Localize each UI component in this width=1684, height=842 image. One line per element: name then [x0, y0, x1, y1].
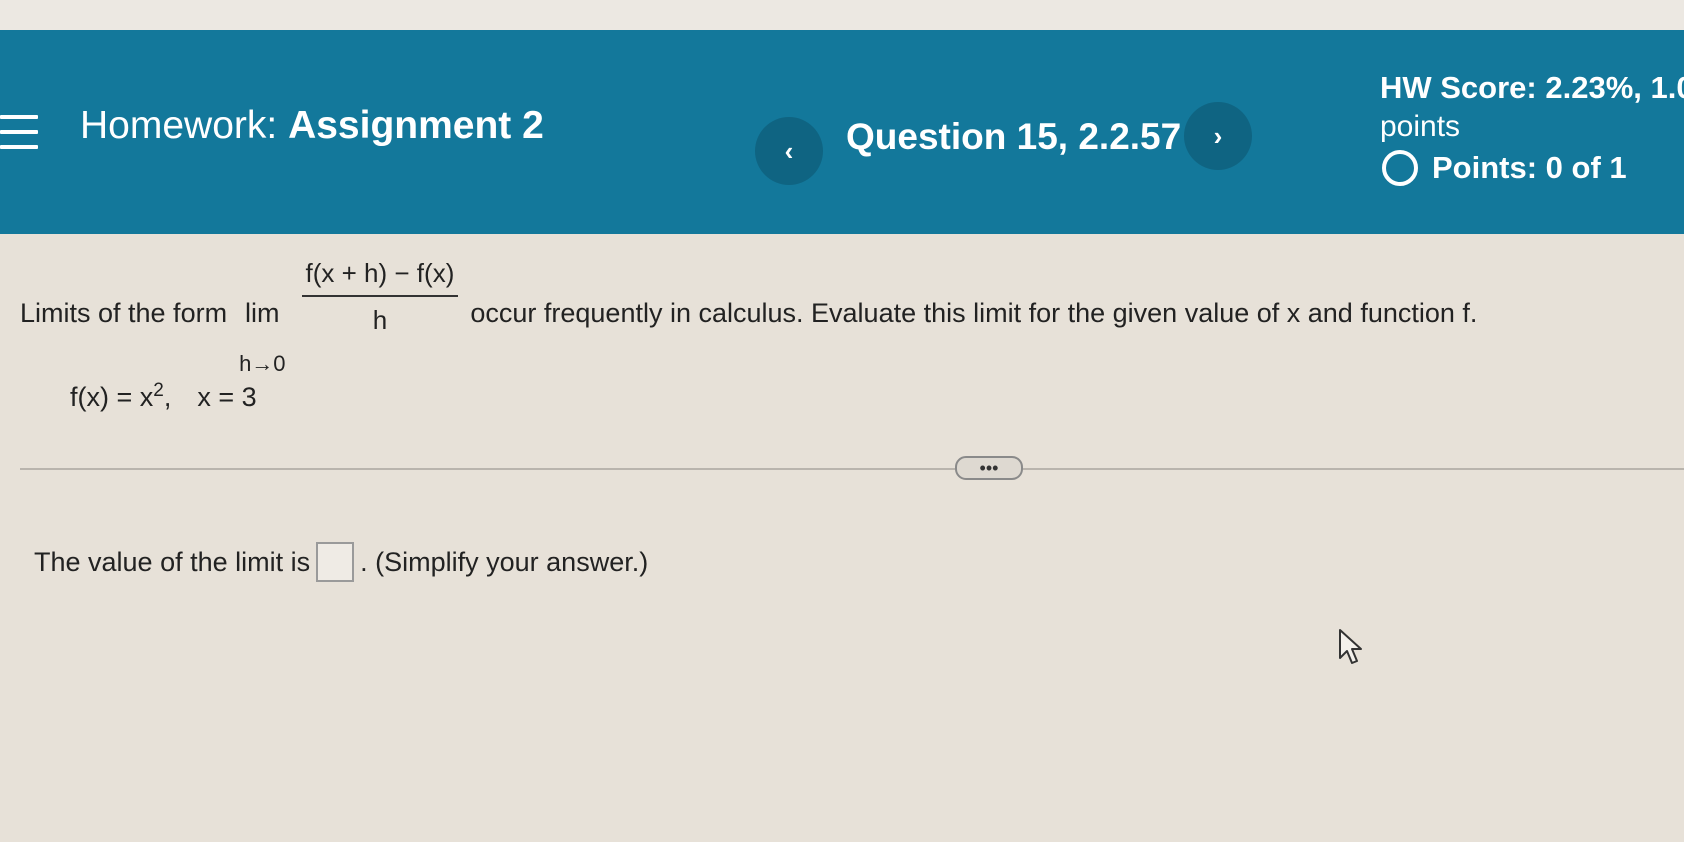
chevron-right-icon: ›: [1213, 120, 1223, 151]
answer-input[interactable]: [316, 542, 355, 582]
question-text: Limits of the form lim h→0 f(x + h) − f(…: [20, 258, 1477, 377]
top-strip: [0, 0, 1684, 34]
x-value: x = 3: [197, 382, 257, 412]
lim-subscript: h→0: [239, 351, 286, 376]
chevron-left-icon: ‹: [784, 135, 794, 166]
question-intro: Limits of the form: [20, 298, 228, 328]
hamburger-menu-icon[interactable]: [0, 115, 38, 149]
points-status: Points: 0 of 1: [1380, 150, 1684, 186]
previous-question-button[interactable]: ‹: [755, 117, 823, 185]
function-lhs: f(x) = x: [70, 382, 154, 412]
status-circle-icon: [1382, 150, 1418, 186]
fraction-denominator: h: [372, 305, 388, 335]
next-question-button[interactable]: ›: [1184, 102, 1252, 170]
fraction-numerator: f(x + h) − f(x): [301, 258, 459, 297]
points-status-text: Points: 0 of 1: [1432, 150, 1627, 185]
lim-word: lim: [245, 298, 280, 328]
mouse-pointer-icon: [1339, 629, 1362, 664]
hw-score: HW Score: 2.23%, 1.0: [1380, 70, 1684, 105]
question-content: Limits of the form lim h→0 f(x + h) − f(…: [0, 234, 1684, 842]
assignment-header: Homework: Assignment 2 ‹ Question 15, 2.…: [0, 30, 1684, 234]
question-label: Question 15, 2.2.57: [846, 116, 1182, 157]
homework-title: Homework: Assignment 2: [80, 104, 544, 148]
homework-prefix: Homework:: [80, 104, 278, 147]
difference-quotient: f(x + h) − f(x) h: [301, 258, 459, 336]
function-definition: f(x) = x2, x = 3: [70, 380, 257, 413]
score-area: HW Score: 2.23%, 1.0 points Points: 0 of…: [1380, 70, 1684, 186]
answer-prefix: The value of the limit is: [34, 546, 311, 577]
assignment-name: Assignment 2: [288, 104, 544, 147]
function-exponent: 2: [153, 380, 164, 401]
section-divider: [20, 468, 1684, 470]
expand-more-button[interactable]: •••: [955, 456, 1023, 480]
points-word: points: [1380, 110, 1461, 143]
answer-suffix: . (Simplify your answer.): [360, 546, 649, 577]
question-outro: occur frequently in calculus. Evaluate t…: [470, 298, 1478, 328]
limit-operator: lim h→0: [239, 298, 285, 377]
function-comma: ,: [163, 382, 172, 412]
answer-line: The value of the limit is . (Simplify yo…: [34, 542, 648, 582]
